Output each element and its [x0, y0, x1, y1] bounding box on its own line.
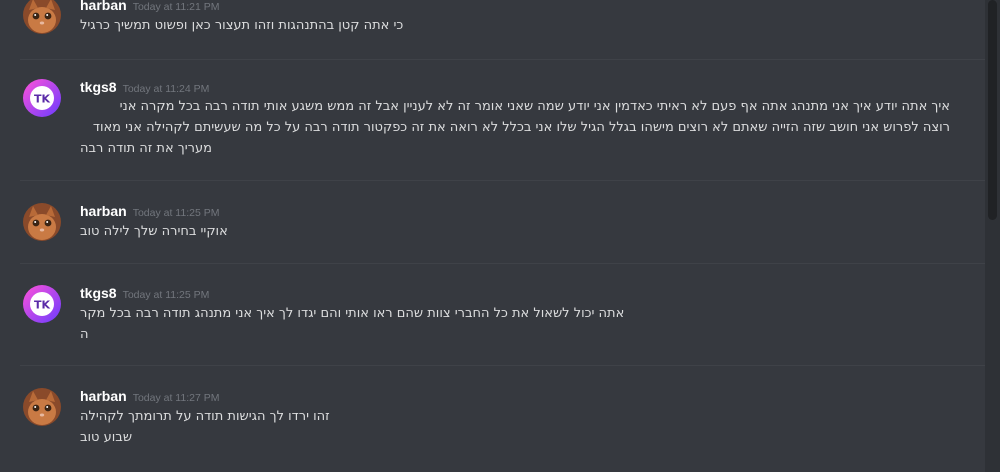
- message-text: אתה יכול לשאול את כל החברי צוות שהם ראו …: [80, 306, 625, 321]
- kitten-avatar-icon[interactable]: [23, 0, 61, 34]
- tk-avatar-icon[interactable]: TK: [23, 285, 61, 323]
- chat-messages: harban Today at 11:21 PM כי אתה קטן בהתנ…: [0, 0, 985, 472]
- kitten-avatar-icon[interactable]: [23, 388, 61, 426]
- username[interactable]: tkgs8: [80, 79, 117, 95]
- message-text: מעריך את זה תודה רבה: [80, 141, 212, 156]
- message-divider: [20, 365, 985, 366]
- message-divider: [20, 263, 985, 264]
- svg-text:TK: TK: [34, 299, 51, 312]
- timestamp: Today at 11:24 PM: [122, 83, 210, 95]
- svg-text:TK: TK: [34, 93, 51, 106]
- timestamp: Today at 11:27 PM: [132, 392, 220, 404]
- username[interactable]: harban: [80, 0, 127, 13]
- kitten-avatar-icon[interactable]: [23, 203, 61, 241]
- scrollbar[interactable]: [985, 0, 1000, 472]
- timestamp: Today at 11:25 PM: [132, 207, 220, 219]
- message-text: איך אתה יודע איך אני מתנהג אתה אף פעם לא…: [119, 99, 950, 114]
- message-divider: [20, 180, 985, 181]
- timestamp: Today at 11:25 PM: [122, 289, 210, 301]
- timestamp: Today at 11:21 PM: [132, 1, 220, 13]
- message-divider: [20, 59, 985, 60]
- username[interactable]: harban: [80, 388, 127, 404]
- username[interactable]: tkgs8: [80, 285, 117, 301]
- tk-avatar-icon[interactable]: TK: [23, 79, 61, 117]
- username[interactable]: harban: [80, 203, 127, 219]
- message-text: זהו ירדו לך הגישות תודה על תרומתך לקהילה: [80, 409, 330, 424]
- message-text: שבוע טוב: [80, 430, 133, 445]
- message-text: אוקיי בחירה שלך לילה טוב: [80, 224, 228, 239]
- message-text: ה: [80, 327, 89, 342]
- message-text: כי אתה קטן בהתנהגות וזהו תעצור כאן ופשוט…: [80, 18, 404, 33]
- message-text: רוצה לפרוש אני חושב שזה הזייה שאתם לא רו…: [92, 120, 950, 135]
- scrollbar-thumb[interactable]: [988, 0, 997, 220]
